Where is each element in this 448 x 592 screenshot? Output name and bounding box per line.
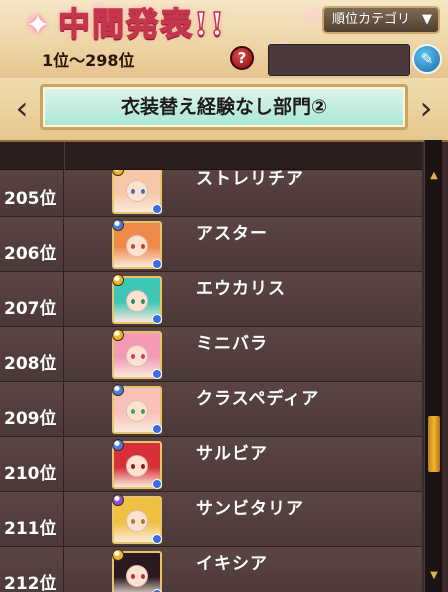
portrait-eye xyxy=(141,299,145,304)
header: ✦ 中間発表!! 1位～298位 ? 順位カテゴリ ▼ ✎ xyxy=(0,0,448,78)
attribute-icon xyxy=(152,204,162,214)
rank-number: 205位 xyxy=(4,189,57,209)
scrollbar[interactable]: ▲ ▼ xyxy=(424,140,442,592)
portrait-eye xyxy=(131,244,135,249)
scroll-down-icon[interactable]: ▼ xyxy=(427,570,441,582)
character-name: サルビア xyxy=(196,444,268,464)
attribute-icon xyxy=(152,479,162,489)
rarity-orb-icon xyxy=(112,549,124,561)
ranking-rows: 205位 ストレリチア 206位 アスター 207位 エウカリス 208位 ミニバラ 209位 ク… xyxy=(0,170,422,592)
character-portrait[interactable] xyxy=(112,170,162,214)
portrait-eye xyxy=(141,189,145,194)
portrait-eye xyxy=(141,464,145,469)
next-category-button[interactable]: › xyxy=(410,88,442,128)
attribute-icon xyxy=(152,314,162,324)
portrait-eye xyxy=(141,409,145,414)
list-header xyxy=(0,142,422,170)
ranking-row[interactable]: 211位 サンビタリア xyxy=(0,492,422,547)
portrait-eye xyxy=(131,189,135,194)
attribute-icon xyxy=(152,369,162,379)
rarity-orb-icon xyxy=(112,439,124,451)
portrait-eye xyxy=(131,409,135,414)
character-portrait[interactable] xyxy=(112,274,162,324)
rarity-orb-icon xyxy=(112,384,124,396)
ranking-category-button[interactable]: 順位カテゴリ ▼ xyxy=(322,6,440,34)
category-banner: 衣装替え経験なし部門② xyxy=(40,84,408,130)
rank-cell: 207位 xyxy=(0,272,64,327)
rank-number: 211位 xyxy=(4,519,57,539)
rank-cell: 209位 xyxy=(0,382,64,437)
dropdown-arrow-icon: ▼ xyxy=(422,12,432,27)
rank-cell: 211位 xyxy=(0,492,64,547)
scroll-up-icon[interactable]: ▲ xyxy=(427,170,441,182)
character-name: アスター xyxy=(196,224,268,244)
ranking-row[interactable]: 205位 ストレリチア xyxy=(0,170,422,217)
character-portrait[interactable] xyxy=(112,219,162,269)
rank-cell: 210位 xyxy=(0,437,64,492)
rank-cell: 205位 xyxy=(0,170,64,217)
rank-number: 210位 xyxy=(4,464,57,484)
sparkle-icon: ✦ xyxy=(25,8,51,43)
rank-number: 207位 xyxy=(4,299,57,319)
search-input[interactable] xyxy=(268,44,410,76)
rank-cell: 206位 xyxy=(0,217,64,272)
ranking-row[interactable]: 207位 エウカリス xyxy=(0,272,422,327)
help-button[interactable]: ? xyxy=(230,46,254,70)
rank-number: 206位 xyxy=(4,244,57,264)
ranking-row[interactable]: 208位 ミニバラ xyxy=(0,327,422,382)
rank-cell: 212位 xyxy=(0,547,64,592)
category-name: 衣装替え経験なし部門② xyxy=(120,96,328,118)
rarity-orb-icon xyxy=(112,170,124,176)
character-name: ストレリチア xyxy=(196,170,304,189)
character-portrait[interactable] xyxy=(112,549,162,592)
character-portrait[interactable] xyxy=(112,439,162,489)
rank-cell: 208位 xyxy=(0,327,64,382)
character-portrait[interactable] xyxy=(112,329,162,379)
rarity-orb-icon xyxy=(112,329,124,341)
character-name: サンビタリア xyxy=(196,499,304,519)
rank-number: 212位 xyxy=(4,574,57,592)
column-divider xyxy=(64,142,65,170)
ranking-row[interactable]: 209位 クラスペディア xyxy=(0,382,422,437)
character-name: ミニバラ xyxy=(196,334,268,354)
ranking-category-label: 順位カテゴリ xyxy=(332,12,411,27)
ranking-row[interactable]: 206位 アスター xyxy=(0,217,422,272)
attribute-icon xyxy=(152,259,162,269)
portrait-eye xyxy=(141,574,145,579)
attribute-icon xyxy=(152,424,162,434)
rarity-orb-icon xyxy=(112,219,124,231)
portrait-eye xyxy=(141,519,145,524)
character-name: エウカリス xyxy=(196,279,286,299)
portrait-eye xyxy=(131,464,135,469)
edit-button[interactable]: ✎ xyxy=(412,44,442,74)
ranking-row[interactable]: 212位 イキシア xyxy=(0,547,422,592)
portrait-eye xyxy=(131,574,135,579)
page-title: 中間発表!! xyxy=(57,4,227,44)
rank-number: 209位 xyxy=(4,409,57,429)
portrait-eye xyxy=(141,244,145,249)
rank-range-label: 1位～298位 xyxy=(42,51,135,70)
ranking-row[interactable]: 210位 サルビア xyxy=(0,437,422,492)
portrait-eye xyxy=(141,354,145,359)
chevron-left-icon: ‹ xyxy=(15,89,29,127)
chevron-right-icon: › xyxy=(419,89,433,127)
rank-number: 208位 xyxy=(4,354,57,374)
prev-category-button[interactable]: ‹ xyxy=(6,88,38,128)
portrait-eye xyxy=(131,354,135,359)
character-name: クラスペディア xyxy=(196,389,320,409)
character-portrait[interactable] xyxy=(112,494,162,544)
rarity-orb-icon xyxy=(112,274,124,286)
portrait-eye xyxy=(131,299,135,304)
attribute-icon xyxy=(152,534,162,544)
scroll-thumb[interactable] xyxy=(428,416,440,472)
ranking-list[interactable]: 205位 ストレリチア 206位 アスター 207位 エウカリス 208位 ミニバラ 209位 ク… xyxy=(0,140,448,592)
rarity-orb-icon xyxy=(112,494,124,506)
character-portrait[interactable] xyxy=(112,384,162,434)
pencil-icon: ✎ xyxy=(420,50,434,68)
portrait-eye xyxy=(131,519,135,524)
character-name: イキシア xyxy=(196,554,268,574)
